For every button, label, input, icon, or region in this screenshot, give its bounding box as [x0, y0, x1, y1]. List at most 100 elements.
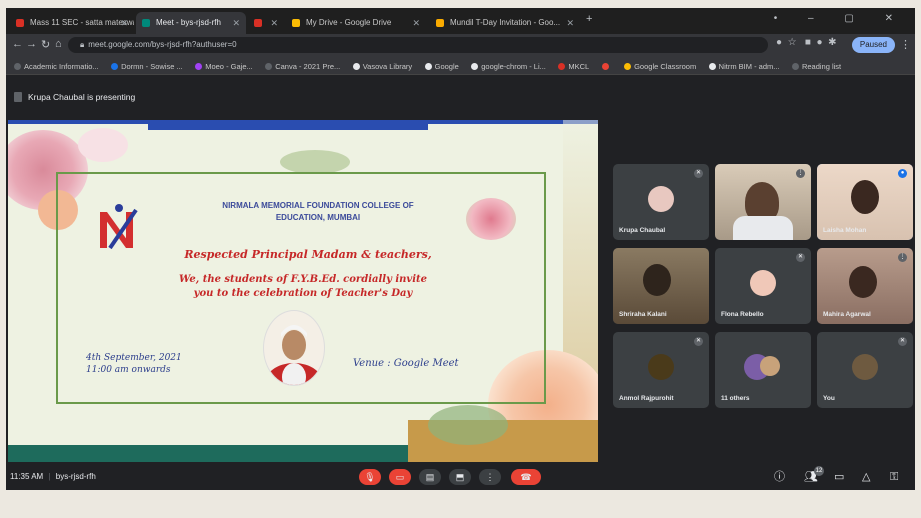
info-icon[interactable]: ⓘ [774, 470, 785, 484]
more-options-button[interactable]: ⋮ [479, 469, 501, 485]
invitation-text: We, the students of F.Y.B.Ed. cordially … [118, 273, 488, 301]
participant-name: 11 others [721, 395, 750, 402]
captions-button[interactable]: ▤ [419, 469, 441, 485]
extension-icon[interactable]: ■ [805, 37, 811, 48]
participant-tile[interactable]: ✕ Krupa Chaubal [613, 164, 709, 240]
screen: Mass 11 SEC - satta mateswad - ... ✕ Mee… [6, 8, 915, 490]
reading-list[interactable]: Reading list [791, 58, 841, 74]
bookmark-item[interactable]: Academic Informatio... [14, 58, 99, 74]
browser-menu-icon[interactable]: ⋮ [900, 38, 911, 51]
bookmark-item[interactable]: google-chrom - Li... [471, 58, 546, 74]
chat-icon[interactable]: ▭ [834, 470, 844, 484]
slides-favicon-icon [436, 19, 444, 27]
back-arrow-icon[interactable]: ← [12, 38, 23, 50]
mic-off-icon: 🎙︎ [364, 472, 376, 482]
mic-off-icon: ✕ [898, 337, 907, 346]
participant-count-badge: 12 [814, 466, 824, 476]
speaking-indicator-icon: ● [898, 169, 907, 178]
mic-off-icon: ✕ [694, 337, 703, 346]
bookmark-icon [708, 63, 716, 70]
classroom-icon [624, 63, 632, 70]
bookmark-item[interactable]: Nitrm BIM - adm... [708, 58, 780, 74]
participant-tile[interactable]: ✕ Flona Rebello [715, 248, 811, 324]
extensions-puzzle-icon[interactable]: ✱ [828, 37, 836, 48]
bookmark-icon [558, 63, 566, 70]
extension-icon[interactable]: ● [817, 37, 823, 48]
more-options-icon[interactable]: ⋮ [796, 169, 805, 178]
bookmark-star-icon[interactable]: ☆ [788, 37, 797, 48]
bookmark-item[interactable]: Moeo - Gaje... [195, 58, 253, 74]
tab-favicon-icon [16, 19, 24, 27]
present-button[interactable]: ⬒ [449, 469, 471, 485]
browser-tab[interactable]: Mundil T-Day Invitation - Goo... ✕ [430, 12, 580, 34]
reload-icon[interactable]: ↻ [41, 38, 50, 51]
participant-face [849, 266, 877, 298]
meeting-code: bys-rjsd-rfh [55, 472, 96, 481]
window-controls[interactable]: • – ▢ ✕ [774, 13, 907, 24]
participant-tile[interactable]: ⋮ [715, 164, 811, 240]
college-name-line: EDUCATION, MUMBAI [275, 213, 361, 222]
profile-button[interactable]: Paused [851, 37, 895, 53]
participant-name: Mahira Agarwal [823, 311, 871, 318]
youtube-icon [601, 63, 609, 70]
bookmark-item[interactable] [601, 58, 612, 74]
bookmark-label: Academic Informatio... [24, 62, 99, 71]
leave-call-button[interactable]: ☎︎ [511, 469, 541, 485]
more-options-icon[interactable]: ⋮ [898, 253, 907, 262]
participant-tile[interactable]: Shriraha Kalani [613, 248, 709, 324]
leaf-decoration [280, 150, 350, 174]
close-tab-icon[interactable]: ✕ [566, 12, 574, 34]
participant-face [851, 180, 879, 214]
close-tab-icon[interactable]: ✕ [120, 12, 128, 34]
college-name: NIRMALA MEMORIAL FOUNDATION COLLEGE OF E… [168, 200, 468, 224]
bookmark-icon [14, 63, 21, 70]
participant-tile[interactable]: ⋮ Mahira Agarwal [817, 248, 913, 324]
bookmark-item[interactable]: Google [424, 58, 459, 74]
close-tab-icon[interactable]: ✕ [232, 12, 240, 34]
others-tile[interactable]: 11 others [715, 332, 811, 408]
url-text: meet.google.com/bys-rjsd-rfh?authuser=0 [88, 40, 237, 49]
bookmark-item[interactable]: MKCL [558, 58, 590, 74]
bookmark-item[interactable]: Google Classroom [624, 58, 696, 74]
tab-label: My Drive - Google Drive [306, 18, 392, 27]
invitation-line: We, the students of F.Y.B.Ed. cordially … [178, 274, 428, 285]
browser-tab[interactable]: Mass 11 SEC - satta mateswad - ... ✕ [10, 12, 134, 34]
home-icon[interactable]: ⌂ [55, 38, 62, 50]
mic-off-button[interactable]: 🎙︎ [359, 469, 381, 485]
forward-arrow-icon[interactable]: → [26, 38, 37, 50]
close-tab-icon[interactable]: ✕ [270, 12, 278, 34]
bookmark-icon [352, 63, 360, 70]
participant-tile-active-speaker[interactable]: ● Laisha Mohan [817, 164, 913, 240]
tab-label: Meet - bys-rjsd-rfh [156, 18, 221, 27]
browser-tab[interactable]: ✕ [248, 12, 284, 34]
browser-tab[interactable]: My Drive - Google Drive ✕ [286, 12, 426, 34]
camera-permission-icon[interactable]: ● [776, 37, 782, 48]
mic-off-icon: ✕ [796, 253, 805, 262]
new-tab-icon[interactable]: + [586, 13, 592, 25]
bookmark-label: MKCL [568, 62, 590, 71]
tab-label: Mundil T-Day Invitation - Goo... [450, 18, 561, 27]
bookmark-label: Nitrm BIM - adm... [718, 62, 780, 71]
reading-list-icon [791, 63, 799, 70]
lock-icon: 🔒︎ [80, 40, 85, 49]
participant-tile[interactable]: ✕ Anmol Rajpurohit [613, 332, 709, 408]
close-tab-icon[interactable]: ✕ [412, 12, 420, 34]
presentation-slide: NIRMALA MEMORIAL FOUNDATION COLLEGE OF E… [8, 120, 598, 462]
bookmark-item[interactable]: Dormn - Sowise ... [111, 58, 183, 74]
url-input[interactable]: 🔒︎ meet.google.com/bys-rjsd-rfh?authuser=… [68, 37, 768, 53]
activities-icon[interactable]: △ [862, 470, 870, 484]
browser-tab-active[interactable]: Meet - bys-rjsd-rfh ✕ [136, 12, 246, 34]
bookmark-label: google-chrom - Li... [481, 62, 546, 71]
college-name-line: NIRMALA MEMORIAL FOUNDATION COLLEGE OF [222, 201, 414, 210]
blue-stripe [8, 120, 598, 124]
self-tile[interactable]: ✕ You [817, 332, 913, 408]
bookmark-item[interactable]: Canva - 2021 Pre... [265, 58, 340, 74]
bookmark-item[interactable]: Vasova Library [352, 58, 412, 74]
browser-toolbar-icons: ● ☆ ■ ● ✱ [776, 37, 837, 53]
participant-name: Flona Rebello [721, 311, 764, 318]
camera-off-button[interactable]: ▭ [389, 469, 411, 485]
bookmark-icon [195, 63, 203, 70]
host-controls-icon[interactable]: ⚿ [890, 470, 898, 484]
participant-name: You [823, 395, 835, 402]
participant-avatar [760, 356, 780, 376]
